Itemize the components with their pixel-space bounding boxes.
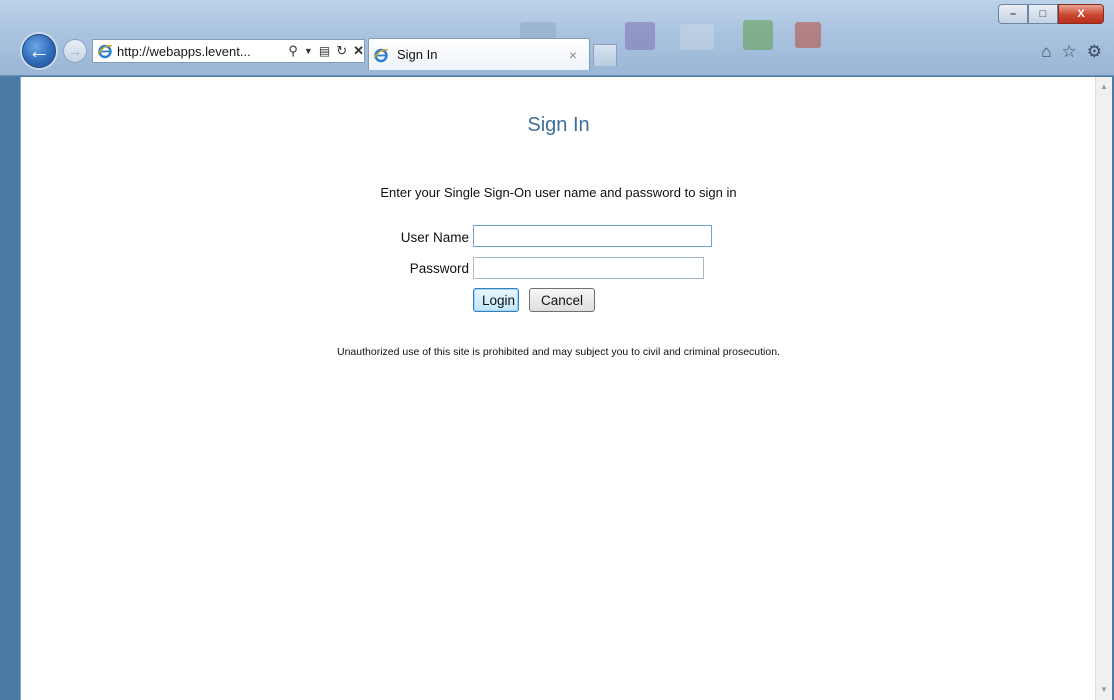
- favorites-star-icon[interactable]: ☆: [1062, 42, 1077, 62]
- search-icon[interactable]: ⚲: [288, 43, 298, 59]
- forward-arrow-icon: →: [68, 43, 82, 59]
- minimize-button[interactable]: –: [998, 4, 1028, 24]
- tab-sign-in[interactable]: Sign In ×: [368, 38, 590, 70]
- dropdown-icon[interactable]: ▼: [304, 46, 313, 56]
- page-viewport: Sign In Enter your Single Sign-On user n…: [20, 77, 1095, 700]
- maximize-button[interactable]: □: [1028, 4, 1058, 24]
- browser-command-icons: ⌂ ☆ ⚙: [1041, 42, 1102, 62]
- ie-logo-icon: [97, 44, 113, 59]
- refresh-icon[interactable]: ↻: [336, 43, 347, 59]
- background-blur: [795, 22, 821, 48]
- username-label: User Name: [400, 230, 469, 245]
- back-button[interactable]: ←: [22, 34, 56, 68]
- browser-toolbar: ← → http://webapps.levent... ⚲ ▼ ▤ ↻ ✕ S…: [0, 0, 1114, 76]
- home-icon[interactable]: ⌂: [1041, 42, 1051, 62]
- window-controls: – □ X: [998, 4, 1104, 24]
- password-input[interactable]: [473, 257, 704, 279]
- login-button[interactable]: Login: [473, 288, 519, 312]
- maximize-icon: □: [1039, 8, 1047, 20]
- tab-close-icon[interactable]: ×: [565, 47, 581, 63]
- background-blur: [625, 22, 655, 50]
- instructions-text: Enter your Single Sign-On user name and …: [380, 185, 737, 200]
- minimize-icon: –: [1009, 8, 1017, 20]
- scroll-up-icon[interactable]: ▲: [1096, 79, 1112, 95]
- disclaimer-text: Unauthorized use of this site is prohibi…: [337, 346, 780, 358]
- tab-title: Sign In: [397, 47, 438, 62]
- close-icon: X: [1077, 8, 1085, 20]
- background-blur: [680, 24, 714, 50]
- compatibility-icon[interactable]: ▤: [319, 44, 330, 58]
- page-title: Sign In: [527, 114, 590, 136]
- close-window-button[interactable]: X: [1058, 4, 1104, 24]
- new-tab-button[interactable]: [593, 44, 617, 66]
- password-label: Password: [409, 261, 469, 276]
- back-arrow-icon: ←: [28, 38, 50, 63]
- username-input[interactable]: [473, 225, 712, 247]
- forward-button[interactable]: →: [63, 39, 87, 63]
- background-blur: [743, 20, 773, 50]
- ie-logo-icon: [373, 48, 389, 62]
- address-url[interactable]: http://webapps.levent...: [117, 44, 282, 59]
- scroll-down-icon[interactable]: ▼: [1096, 682, 1112, 698]
- address-bar[interactable]: http://webapps.levent... ⚲ ▼ ▤ ↻ ✕: [92, 39, 365, 63]
- stop-icon[interactable]: ✕: [353, 43, 364, 59]
- vertical-scrollbar[interactable]: ▲ ▼: [1095, 77, 1112, 700]
- settings-gear-icon[interactable]: ⚙: [1087, 42, 1102, 62]
- cancel-button[interactable]: Cancel: [529, 288, 595, 312]
